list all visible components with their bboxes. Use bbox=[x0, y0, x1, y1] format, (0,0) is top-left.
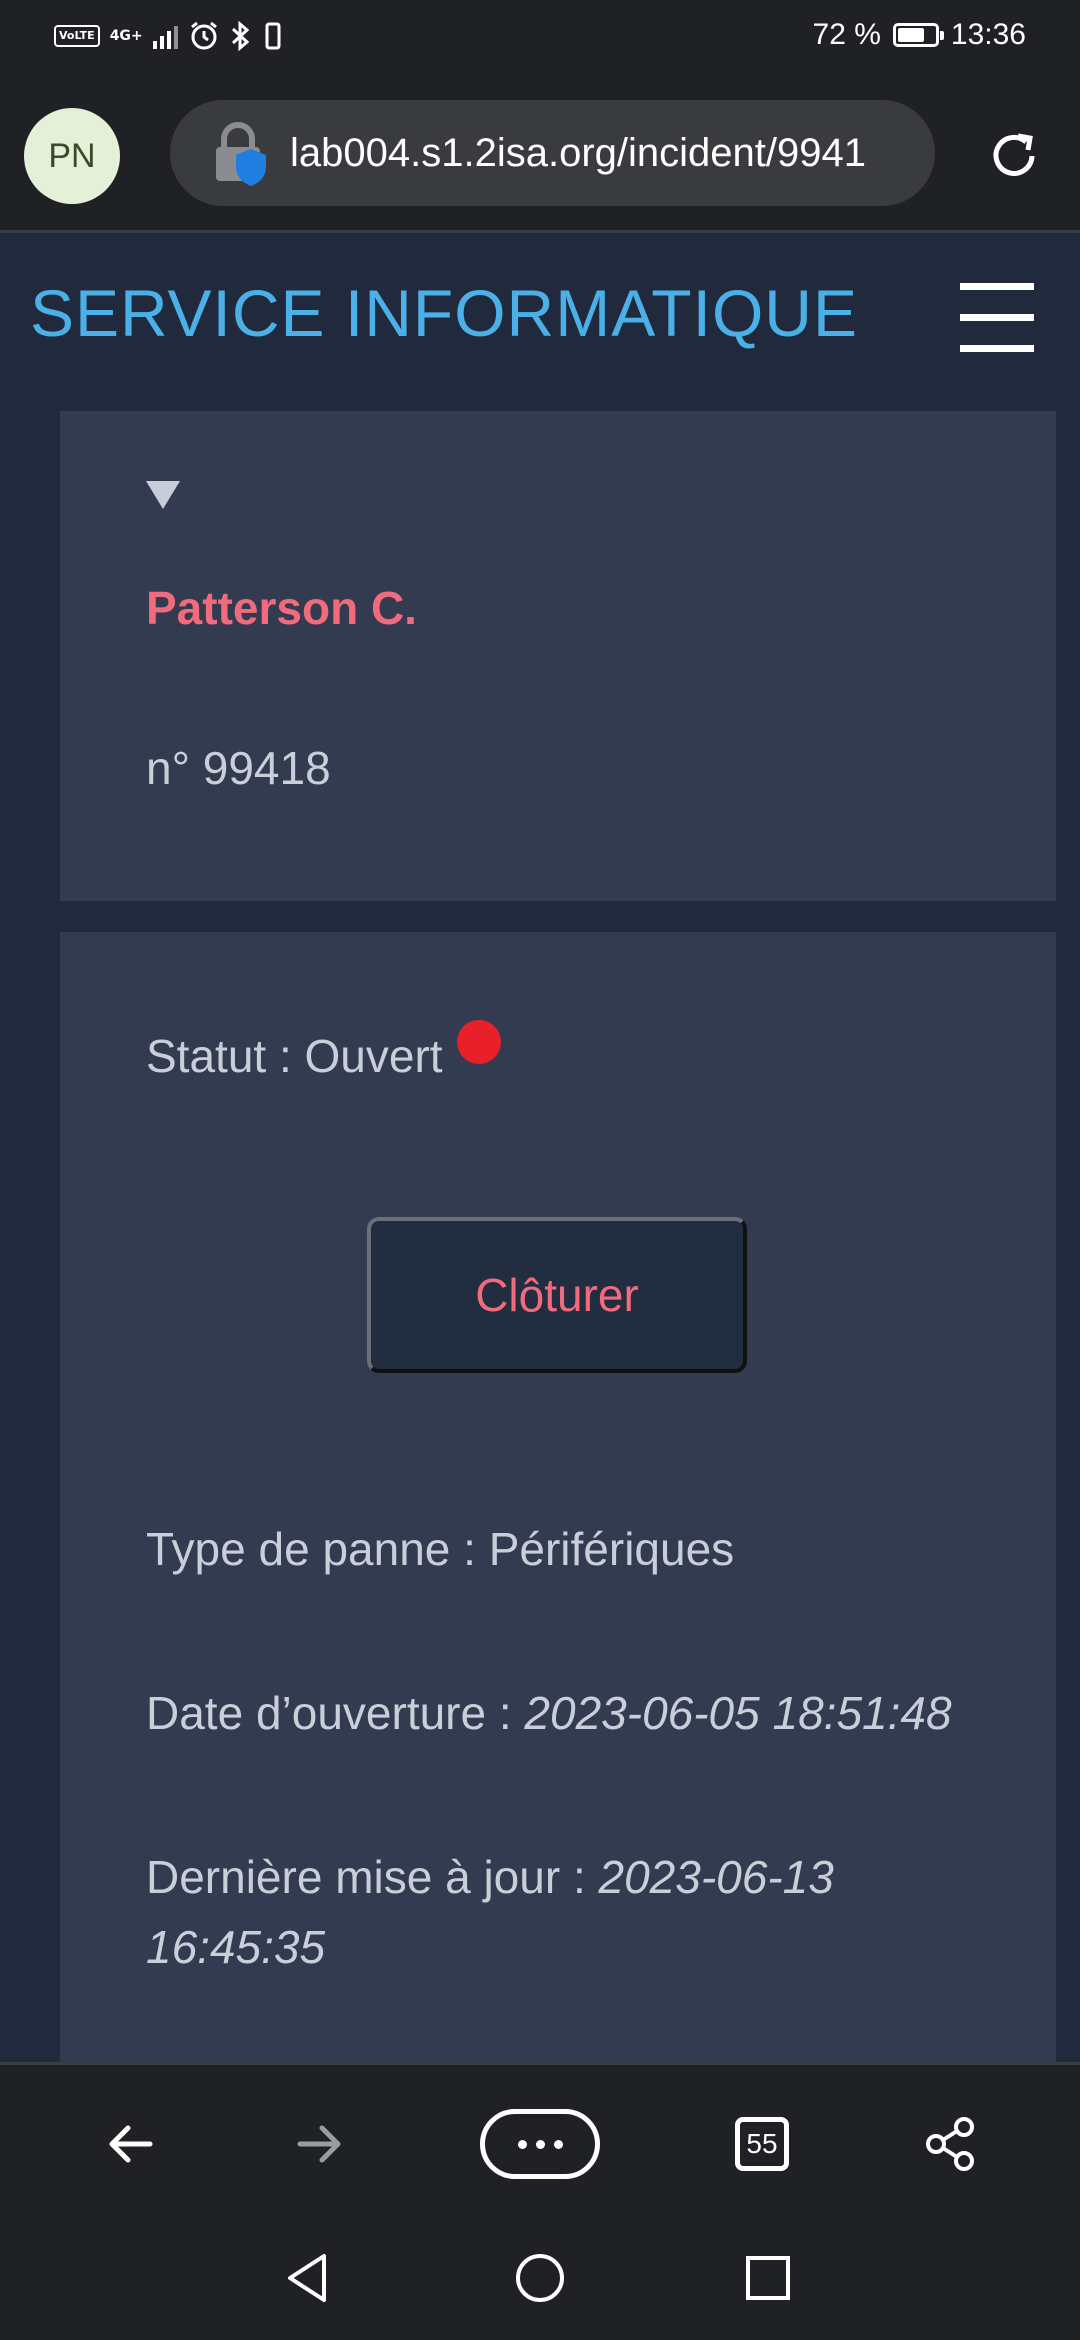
system-navigation-bar bbox=[0, 2218, 1080, 2340]
vibrate-icon bbox=[265, 22, 281, 50]
updated-label: Dernière mise à jour : bbox=[146, 1851, 599, 1903]
tabs-icon[interactable]: 55 bbox=[735, 2117, 789, 2171]
nav-recents-icon[interactable] bbox=[738, 2248, 798, 2308]
incident-details-card: Statut : Ouvert Clôturer Type de panne :… bbox=[60, 932, 1056, 2062]
alarm-icon bbox=[190, 21, 217, 50]
opened-label: Date d’ouverture : bbox=[146, 1687, 525, 1739]
profile-avatar[interactable]: PN bbox=[24, 108, 120, 204]
updated-date-row: Dernière mise à jour : 2023-06-13 16:45:… bbox=[146, 1842, 1006, 1982]
incident-page: Patterson C. n° 99418 Statut : Ouvert Cl… bbox=[0, 408, 1080, 2062]
clock: 13:36 bbox=[950, 18, 1026, 51]
browser-toolbar: 55 bbox=[0, 2062, 1080, 2218]
shield-icon bbox=[236, 149, 266, 186]
nav-back-icon[interactable] bbox=[278, 2248, 338, 2308]
share-icon[interactable] bbox=[916, 2109, 986, 2179]
opened-date-row: Date d’ouverture : 2023-06-05 18:51:48 bbox=[146, 1678, 1006, 1748]
battery-percent: 72 % bbox=[812, 18, 881, 51]
status-icons-left: VoLTE 4G+ bbox=[54, 20, 284, 52]
status-indicator-dot bbox=[456, 1020, 501, 1064]
failure-type: Type de panne : Périfériques bbox=[146, 1523, 735, 1575]
reload-icon[interactable] bbox=[984, 126, 1044, 186]
signal-icon bbox=[152, 23, 178, 49]
hamburger-icon[interactable] bbox=[960, 283, 1034, 353]
collapse-toggle-icon[interactable] bbox=[146, 481, 180, 509]
more-icon[interactable] bbox=[480, 2109, 600, 2179]
volte-badge: VoLTE bbox=[54, 25, 100, 47]
url-text: lab004.s1.2isa.org/incident/9941 bbox=[290, 130, 866, 175]
site-title[interactable]: SERVICE INFORMATIQUE bbox=[30, 275, 858, 351]
site-header: SERVICE INFORMATIQUE bbox=[0, 233, 1080, 408]
incident-summary-card: Patterson C. n° 99418 bbox=[60, 411, 1056, 901]
status-icons-right: 72 % 13:36 bbox=[813, 18, 1026, 52]
status-text: Statut : Ouvert bbox=[146, 1030, 443, 1082]
browser-address-bar: PN lab004.s1.2isa.org/incident/9941 bbox=[0, 76, 1080, 233]
nav-home-icon[interactable] bbox=[510, 2248, 570, 2308]
incident-number: n° 99418 bbox=[146, 742, 331, 794]
status-bar: VoLTE 4G+ 72 % 13:36 bbox=[0, 0, 1080, 76]
requester-name: Patterson C. bbox=[146, 582, 417, 634]
back-arrow-icon[interactable] bbox=[96, 2109, 166, 2179]
site-security-icon[interactable] bbox=[210, 121, 270, 186]
battery-icon bbox=[892, 23, 944, 47]
opened-value: 2023-06-05 18:51:48 bbox=[524, 1687, 952, 1739]
network-type: 4G+ bbox=[109, 28, 143, 44]
status-row: Statut : Ouvert bbox=[146, 1020, 1006, 1091]
forward-arrow-icon[interactable] bbox=[284, 2109, 354, 2179]
url-field[interactable]: lab004.s1.2isa.org/incident/9941 bbox=[170, 100, 935, 206]
bluetooth-icon bbox=[231, 20, 249, 52]
close-incident-button[interactable]: Clôturer bbox=[367, 1217, 747, 1373]
